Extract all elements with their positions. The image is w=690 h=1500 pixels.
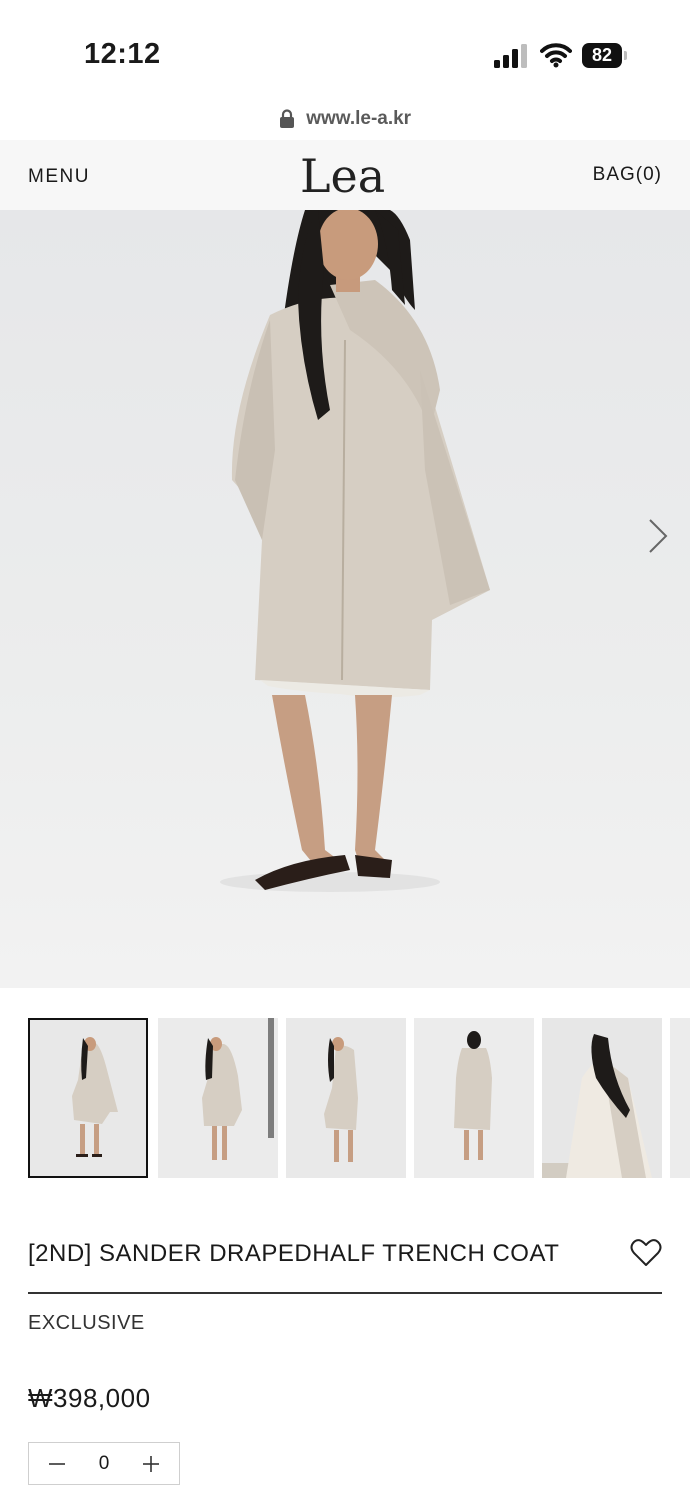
title-divider bbox=[28, 1292, 662, 1294]
plus-icon[interactable] bbox=[129, 1443, 175, 1484]
address-bar[interactable]: www.le-a.kr bbox=[0, 108, 690, 140]
product-main-image[interactable] bbox=[0, 210, 690, 988]
thumbnail-strip bbox=[28, 1018, 690, 1180]
lock-icon bbox=[279, 109, 294, 128]
url-text: www.le-a.kr bbox=[306, 108, 412, 129]
brand-logo[interactable]: Lea bbox=[298, 148, 394, 198]
menu-button[interactable]: MENU bbox=[28, 166, 90, 188]
thumbnail-1[interactable] bbox=[28, 1018, 148, 1178]
thumbnail-3[interactable] bbox=[286, 1018, 406, 1178]
svg-text:Lea: Lea bbox=[300, 149, 385, 198]
quantity-stepper: 0 bbox=[28, 1442, 180, 1485]
model-photo bbox=[220, 210, 490, 892]
status-time: 12:12 bbox=[84, 38, 161, 70]
battery-level: 82 bbox=[582, 43, 622, 68]
thumbnail-6[interactable] bbox=[670, 1018, 690, 1178]
product-title: [2ND] SANDER DRAPEDHALF TRENCH COAT bbox=[28, 1240, 560, 1267]
signal-icon bbox=[494, 44, 527, 68]
bag-button[interactable]: BAG(0) bbox=[593, 164, 662, 186]
heart-icon[interactable] bbox=[630, 1238, 662, 1268]
thumbnail-4[interactable] bbox=[414, 1018, 534, 1178]
product-price: ₩398,000 bbox=[28, 1383, 151, 1413]
battery-icon: 82 bbox=[582, 43, 628, 68]
chevron-right-icon[interactable] bbox=[646, 516, 670, 556]
quantity-value[interactable]: 0 bbox=[75, 1453, 133, 1475]
minus-icon[interactable] bbox=[33, 1443, 79, 1484]
status-bar: 12:12 82 bbox=[0, 0, 690, 100]
product-tag: EXCLUSIVE bbox=[28, 1312, 145, 1334]
wifi-icon bbox=[540, 43, 572, 68]
thumbnail-5[interactable] bbox=[542, 1018, 662, 1178]
thumbnail-2[interactable] bbox=[158, 1018, 278, 1178]
